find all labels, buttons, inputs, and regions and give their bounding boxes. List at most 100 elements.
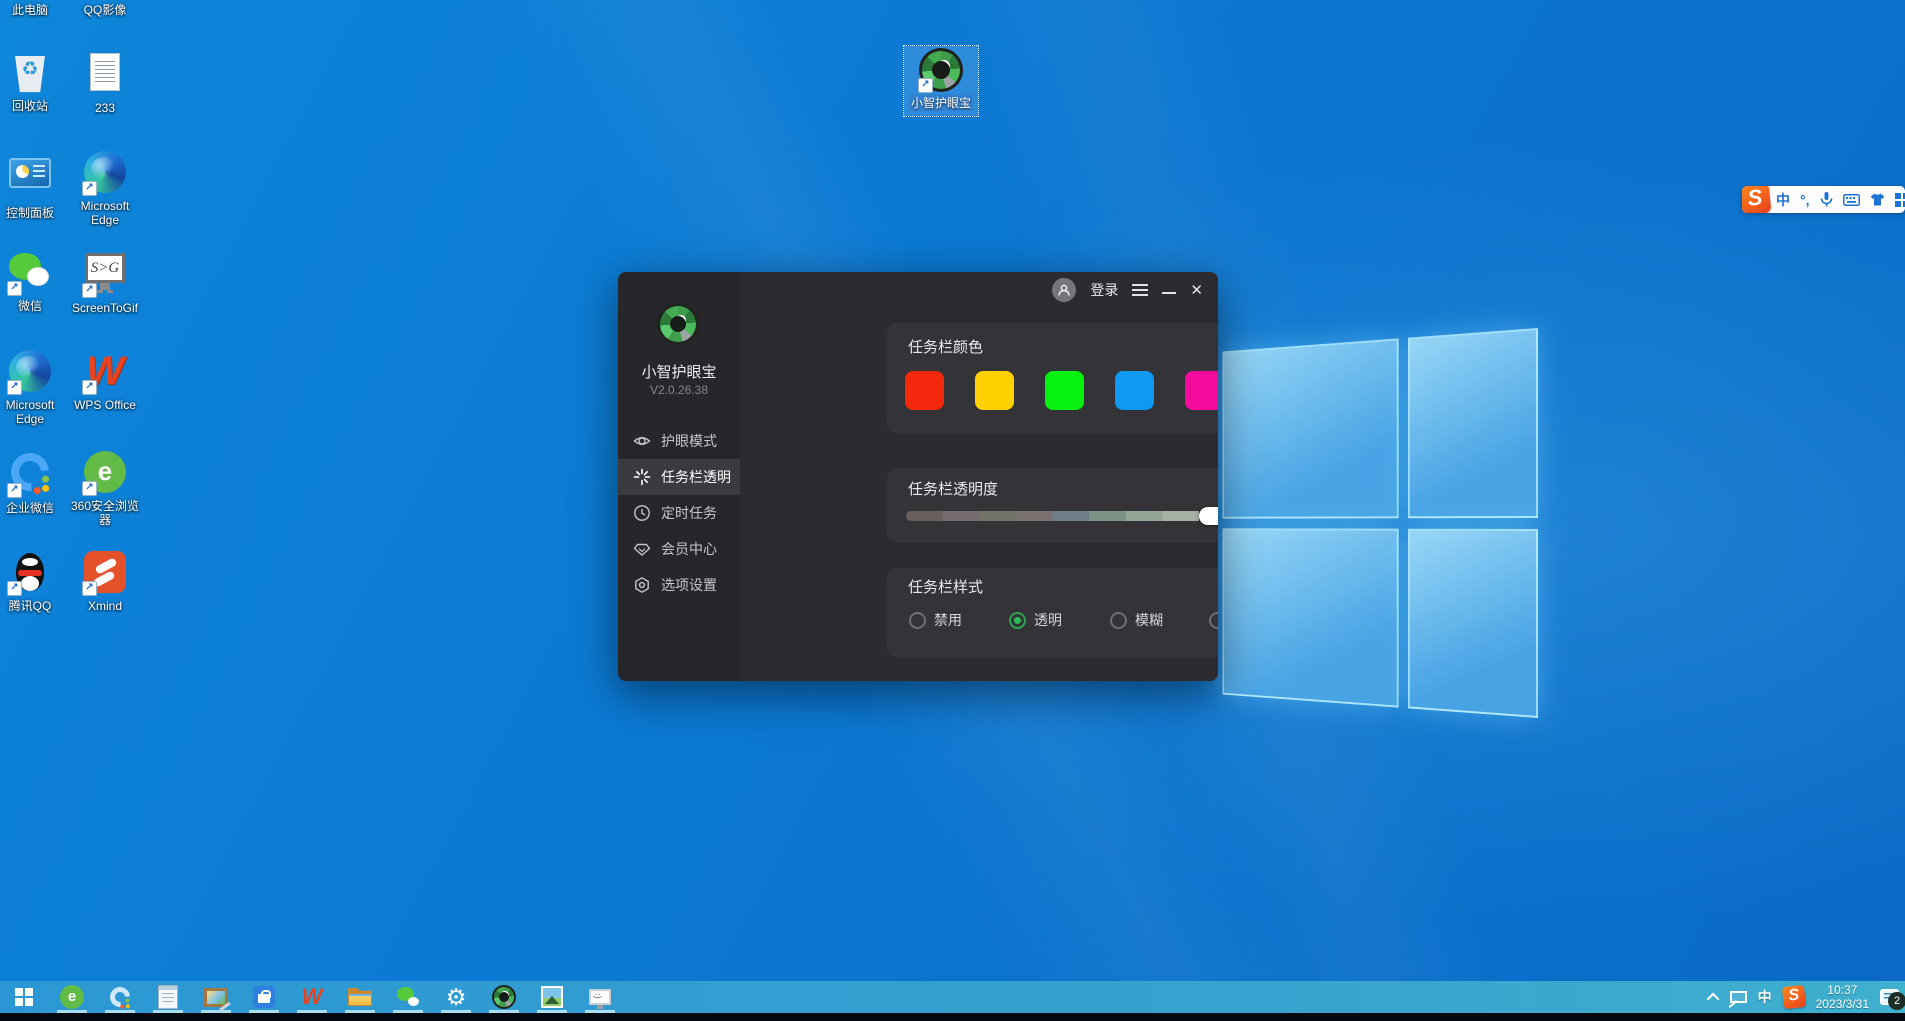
swatch-green[interactable] [1045,371,1084,410]
section-title: 任务栏样式 [908,576,983,597]
taskbar-photos[interactable] [528,981,576,1013]
icon-label: Microsoft Edge [0,398,68,426]
icon-label: WPS Office [67,398,143,412]
radio-icon[interactable] [909,612,926,629]
icon-label: 回收站 [0,99,68,113]
ime-punctuation-button[interactable]: °, [1800,192,1810,208]
close-button[interactable]: ✕ [1190,283,1203,298]
desktop-icon-qq-image[interactable]: QQ影像 [67,0,143,17]
login-button[interactable]: 登录 [1090,280,1118,300]
taskbar-clock[interactable]: 10:37 2023/3/31 [1816,983,1869,1011]
taskbar-eye-protect[interactable] [480,981,528,1013]
desktop-icon-edge-2[interactable]: Microsoft Edge [0,350,68,426]
desktop-icon-qq[interactable]: 腾讯QQ [0,551,68,613]
desktop-icon-control-panel[interactable]: 控制面板 [0,151,68,220]
icon-label: 控制面板 [0,206,68,220]
taskbar-wechat-work[interactable] [96,981,144,1013]
ime-indicator[interactable]: 中 [1758,987,1772,1007]
slider-fill [906,511,1199,521]
hamburger-menu-icon[interactable] [1132,284,1148,296]
sidebar-item-options[interactable]: 选项设置 [618,567,740,603]
eye-protect-app-icon [492,985,516,1009]
icon-label: 腾讯QQ [0,599,68,613]
sidebar: 小智护眼宝 V2.0.26.38 护眼模式 任务栏透明 定时任务 会员中心 [618,272,740,681]
sidebar-item-taskbar-transparency[interactable]: 任务栏透明 [618,459,740,495]
keyboard-icon[interactable] [1843,194,1860,206]
desktop-icon-xmind[interactable]: Xmind [67,551,143,613]
ime-toolbar[interactable]: S 中 °, [1742,186,1905,213]
person-icon [1057,283,1071,297]
sidebar-item-member-center[interactable]: 会员中心 [618,531,740,567]
taskbar-store[interactable] [240,981,288,1013]
skin-shirt-icon[interactable] [1870,193,1885,206]
taskbar-wechat[interactable] [384,981,432,1013]
desktop-icon-wechat-work[interactable]: 企业微信 [0,451,68,515]
section-title: 任务栏颜色 [908,336,983,357]
radio-acrylic[interactable]: 亚克力 [1209,610,1218,630]
windows-start-icon [15,988,23,996]
radio-disable[interactable]: 禁用 [909,610,962,630]
desktop-icon-wechat[interactable]: 微信 [0,251,68,313]
radio-blur[interactable]: 模糊 [1110,610,1163,630]
sidebar-item-eye-mode[interactable]: 护眼模式 [618,423,740,459]
icon-label: ScreenToGif [67,301,143,315]
toolbox-grid-icon[interactable] [1895,193,1905,207]
transparency-slider[interactable] [906,511,1218,521]
desktop-icon-screentogif[interactable]: S>G ScreenToGif [67,251,143,315]
minimize-button[interactable] [1162,292,1176,294]
tray-date: 2023/3/31 [1816,997,1869,1011]
sidebar-menu: 护眼模式 任务栏透明 定时任务 会员中心 选项设置 [618,423,740,603]
microsoft-store-icon [253,986,275,1008]
taskbar-settings[interactable]: ⚙ [432,981,480,1013]
taskbar-wps[interactable]: W [288,981,336,1013]
xmind-icon [84,551,126,593]
ime-chinese-mode-button[interactable]: 中 [1776,190,1790,210]
sogou-logo-icon[interactable]: S [1742,186,1771,213]
gear-icon [633,576,651,594]
control-panel-icon [9,158,51,188]
wps-icon: W [302,985,323,1009]
radio-selected-icon[interactable] [1009,612,1026,629]
sidebar-item-label: 定时任务 [661,503,717,523]
user-avatar[interactable] [1052,278,1076,302]
icon-label: Xmind [67,599,143,613]
desktop-icon-edge-1[interactable]: Microsoft Edge [67,151,143,227]
taskbar-notepad[interactable] [144,981,192,1013]
network-icon[interactable] [1730,991,1747,1003]
desktop-icon-wps[interactable]: W WPS Office [67,350,143,412]
radio-icon[interactable] [1110,612,1127,629]
desktop-icon-this-pc[interactable]: 此电脑 [0,0,68,17]
notification-center-icon[interactable]: 2 [1880,989,1899,1005]
sidebar-item-label: 护眼模式 [661,431,717,451]
microphone-icon[interactable] [1820,192,1833,207]
swatch-blue[interactable] [1115,371,1154,410]
swatch-red[interactable] [905,371,944,410]
desktop: 此电脑 QQ影像 回收站 233 控制面板 Microsoft Edge 微信 … [0,0,1905,1021]
taskbar-360-browser[interactable]: e [48,981,96,1013]
app-version: V2.0.26.38 [618,383,740,397]
desktop-icon-recycle-bin[interactable]: 回收站 [0,50,68,113]
taskbar-paint[interactable] [192,981,240,1013]
edge-icon [9,350,51,392]
app-window: 小智护眼宝 V2.0.26.38 护眼模式 任务栏透明 定时任务 会员中心 [618,272,1218,681]
radio-icon[interactable] [1209,612,1218,629]
radio-transparent-selected[interactable]: 透明 [1009,610,1062,630]
desktop-icon-233-doc[interactable]: 233 [67,50,143,115]
sidebar-item-scheduled-tasks[interactable]: 定时任务 [618,495,740,531]
desktop-icon-eye-protect-selected[interactable]: 小智护眼宝 [904,46,978,116]
sogou-tray-icon[interactable]: S [1782,985,1806,1009]
swatch-yellow[interactable] [975,371,1014,410]
swatch-magenta[interactable] [1185,371,1218,410]
taskbar-screentogif[interactable] [576,981,624,1013]
titlebar: 登录 ✕ [1052,272,1203,308]
icon-label: 360安全浏览器 [67,499,143,527]
start-button[interactable] [0,981,48,1013]
slider-knob[interactable] [1199,507,1218,525]
desktop-icon-360-browser[interactable]: e 360安全浏览器 [67,451,143,527]
taskbar-file-explorer[interactable] [336,981,384,1013]
chevron-up-icon[interactable] [1706,992,1719,1005]
sidebar-item-label: 会员中心 [661,539,717,559]
photos-icon [541,986,563,1008]
icon-label: 微信 [0,299,68,313]
file-explorer-icon [348,988,372,1006]
